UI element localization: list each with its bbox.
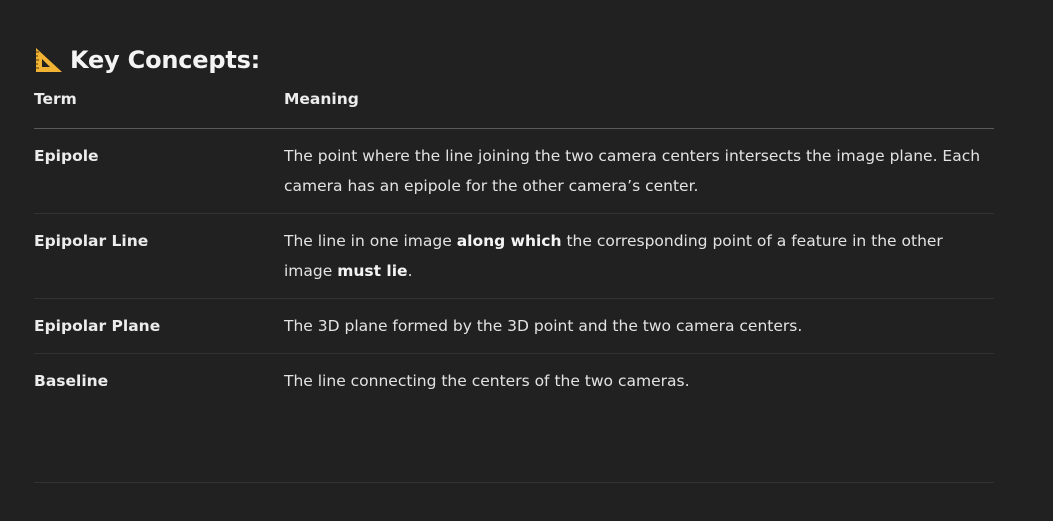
triangular-ruler-icon	[34, 46, 64, 74]
meaning-cell: The line connecting the centers of the t…	[284, 372, 690, 390]
column-header-term: Term	[34, 90, 284, 129]
meaning-emphasis: must lie	[337, 262, 408, 280]
table-row: Baseline The line connecting the centers…	[34, 354, 994, 409]
term-cell: Epipolar Line	[34, 213, 284, 299]
meaning-cell: The line in one image along which the co…	[284, 213, 994, 299]
concepts-table: Term Meaning Epipole The point where the…	[34, 90, 994, 408]
meaning-text: The line in one image	[284, 232, 457, 250]
table-row: Epipole The point where the line joining…	[34, 128, 994, 214]
term-cell: Epipole	[34, 128, 284, 214]
meaning-cell: The 3D plane formed by the 3D point and …	[284, 298, 994, 354]
table-row: Epipolar Plane The 3D plane formed by th…	[34, 298, 994, 354]
meaning-cell: The point where the line joining the two…	[284, 128, 994, 214]
section-title: Key Concepts:	[70, 46, 261, 74]
meaning-text: .	[407, 262, 413, 280]
meaning-emphasis: along which	[456, 232, 562, 250]
column-header-meaning: Meaning	[284, 90, 994, 129]
key-concepts-section: Key Concepts: Term Meaning Epipole The p…	[34, 40, 994, 408]
table-row: Epipolar Line The line in one image alon…	[34, 213, 994, 299]
table-header-row: Term Meaning	[34, 90, 994, 129]
section-heading: Key Concepts:	[34, 40, 994, 80]
section-divider	[34, 482, 994, 483]
term-cell: Epipolar Plane	[34, 298, 284, 354]
term-cell: Baseline	[34, 372, 109, 390]
